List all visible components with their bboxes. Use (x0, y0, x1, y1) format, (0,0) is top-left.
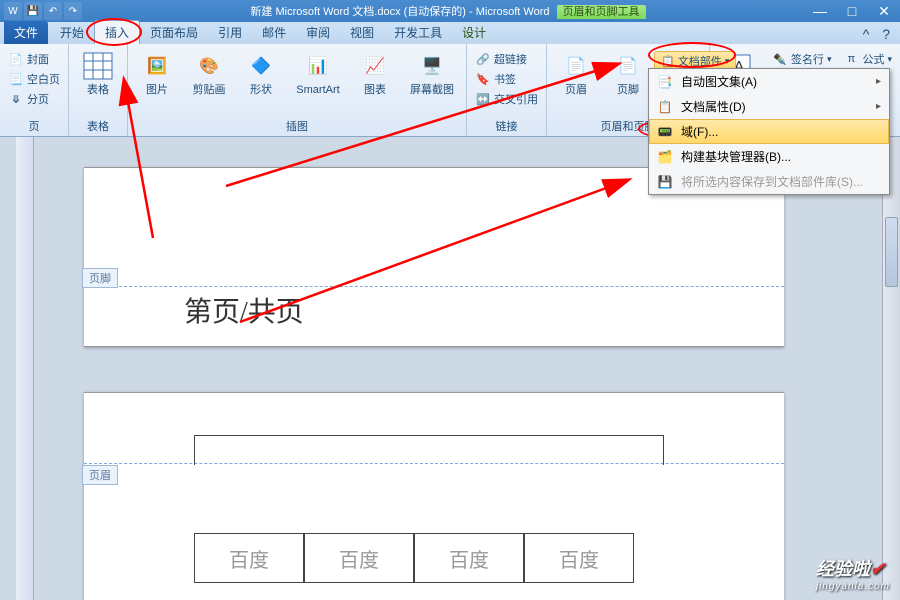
tab-developer[interactable]: 开发工具 (384, 21, 452, 44)
maximize-button[interactable]: □ (840, 3, 864, 19)
chevron-right-icon: ▸ (876, 76, 881, 87)
docprops-icon: 📋 (657, 99, 673, 115)
blank-page-button[interactable]: 📃空白页 (6, 70, 62, 88)
group-label-links: 链接 (496, 118, 518, 136)
crossref-icon: ↔️ (475, 91, 491, 107)
table-row: 百度 百度 百度 百度 (194, 533, 634, 583)
context-tab-label: 页眉和页脚工具 (557, 5, 646, 19)
group-links: 🔗超链接 🔖书签 ↔️交叉引用 链接 (467, 44, 547, 136)
undo-icon[interactable]: ↶ (44, 2, 62, 20)
picture-button[interactable]: 🖼️图片 (134, 50, 180, 96)
quickparts-icon: 📋 (661, 55, 675, 68)
page-break-icon: ⤋ (8, 91, 24, 107)
page-break-button[interactable]: ⤋分页 (6, 90, 62, 108)
table-cell[interactable]: 百度 (194, 533, 304, 583)
smartart-icon: 📊 (302, 50, 334, 82)
dropdown-docprops[interactable]: 📋 文档属性(D) ▸ (649, 94, 889, 119)
equation-button[interactable]: π公式▾ (841, 50, 894, 68)
footer-boundary (84, 286, 784, 287)
dropdown-blocks[interactable]: 🗂️ 构建基块管理器(B)... (649, 144, 889, 169)
footer-tag: 页脚 (82, 268, 118, 288)
screenshot-icon: 🖥️ (416, 50, 448, 82)
tab-mailings[interactable]: 邮件 (252, 21, 296, 44)
vertical-ruler[interactable] (16, 137, 34, 600)
cover-page-button[interactable]: 📄封面 (6, 50, 62, 68)
group-label-illustrations: 插图 (286, 118, 308, 136)
tab-design[interactable]: 设计 (452, 21, 496, 44)
doc-title: 新建 Microsoft Word 文档.docx (自动保存的) - Micr… (250, 6, 549, 18)
chevron-down-icon: ▾ (725, 56, 730, 67)
table-button[interactable]: 表格 (75, 50, 121, 96)
shapes-icon: 🔷 (245, 50, 277, 82)
table-cell[interactable]: 百度 (304, 533, 414, 583)
scrollbar-thumb[interactable] (885, 217, 898, 287)
header-button[interactable]: 📄页眉 (553, 50, 599, 96)
header-icon: 📄 (560, 50, 592, 82)
hyperlink-button[interactable]: 🔗超链接 (473, 50, 540, 68)
header-tag: 页眉 (82, 465, 118, 485)
footer-icon: 📄 (612, 50, 644, 82)
watermark: 经验啦✔ jingyanla.com (816, 555, 890, 592)
ribbon-tabs: 文件 开始 插入 页面布局 引用 邮件 审阅 视图 开发工具 设计 ㅤㅤ^ㅤ? (0, 22, 900, 44)
group-tables: 表格 表格 (69, 44, 128, 136)
tab-view[interactable]: 视图 (340, 21, 384, 44)
chevron-right-icon: ▸ (876, 101, 881, 112)
page-2[interactable]: 页眉 百度 百度 百度 百度 (84, 392, 784, 600)
window-controls: — □ ✕ (808, 3, 896, 20)
group-illustrations: 🖼️图片 🎨剪贴画 🔷形状 📊SmartArt 📈图表 🖥️屏幕截图 插图 (128, 44, 467, 136)
tab-review[interactable]: 审阅 (296, 21, 340, 44)
bookmark-icon: 🔖 (475, 71, 491, 87)
table-icon (82, 50, 114, 82)
shapes-button[interactable]: 🔷形状 (238, 50, 284, 96)
document-area: 页脚 第页/共页 页眉 百度 百度 百度 百度 (0, 137, 900, 600)
footer-content[interactable]: 第页/共页 (184, 290, 304, 330)
group-label-pages: 页 (29, 118, 40, 136)
dropdown-save: 💾 将所选内容保存到文档部件库(S)... (649, 169, 889, 194)
word-icon[interactable]: W (4, 2, 22, 20)
dropdown-field[interactable]: 📟 域(F)... (649, 119, 889, 144)
window-title: 新建 Microsoft Word 文档.docx (自动保存的) - Micr… (88, 3, 808, 19)
chart-icon: 📈 (359, 50, 391, 82)
save-gallery-icon: 💾 (657, 174, 673, 190)
bookmark-button[interactable]: 🔖书签 (473, 70, 540, 88)
clipart-button[interactable]: 🎨剪贴画 (186, 50, 232, 96)
table-header-row (194, 435, 664, 465)
picture-icon: 🖼️ (141, 50, 173, 82)
signature-button[interactable]: ✒️签名行▾ (770, 50, 834, 68)
blocks-icon: 🗂️ (657, 149, 673, 165)
tab-references[interactable]: 引用 (208, 21, 252, 44)
blank-page-icon: 📃 (8, 71, 24, 87)
title-bar: W 💾 ↶ ↷ 新建 Microsoft Word 文档.docx (自动保存的… (0, 0, 900, 22)
crossref-button[interactable]: ↔️交叉引用 (473, 90, 540, 108)
tab-insert[interactable]: 插入 (94, 20, 140, 44)
footer-button[interactable]: 📄页脚 (605, 50, 651, 96)
tab-file[interactable]: 文件 (4, 21, 48, 44)
minimize-button[interactable]: — (808, 3, 832, 19)
dropdown-autotext[interactable]: 📑 自动图文集(A) ▸ (649, 69, 889, 94)
redo-icon[interactable]: ↷ (64, 2, 82, 20)
tab-layout[interactable]: 页面布局 (140, 21, 208, 44)
signature-icon: ✒️ (772, 51, 788, 67)
autotext-icon: 📑 (657, 74, 673, 90)
clipart-icon: 🎨 (193, 50, 225, 82)
field-icon: 📟 (657, 124, 673, 140)
close-button[interactable]: ✕ (872, 3, 896, 20)
vertical-scrollbar[interactable] (882, 137, 900, 600)
table-cell[interactable]: 百度 (524, 533, 634, 583)
save-icon[interactable]: 💾 (24, 2, 42, 20)
quick-access-toolbar: W 💾 ↶ ↷ (4, 2, 82, 20)
equation-icon: π (843, 51, 859, 67)
cover-page-icon: 📄 (8, 51, 24, 67)
hyperlink-icon: 🔗 (475, 51, 491, 67)
chart-button[interactable]: 📈图表 (352, 50, 398, 96)
group-pages: 📄封面 📃空白页 ⤋分页 页 (0, 44, 69, 136)
screenshot-button[interactable]: 🖥️屏幕截图 (404, 50, 460, 96)
group-label-tables: 表格 (87, 118, 109, 136)
smartart-button[interactable]: 📊SmartArt (290, 50, 346, 96)
ribbon-help-icon[interactable]: ㅤㅤ^ㅤ? (837, 24, 900, 44)
table-cell[interactable]: 百度 (414, 533, 524, 583)
tab-home[interactable]: 开始 (50, 21, 94, 44)
quickparts-dropdown: 📑 自动图文集(A) ▸ 📋 文档属性(D) ▸ 📟 域(F)... 🗂️ 构建… (648, 68, 890, 195)
